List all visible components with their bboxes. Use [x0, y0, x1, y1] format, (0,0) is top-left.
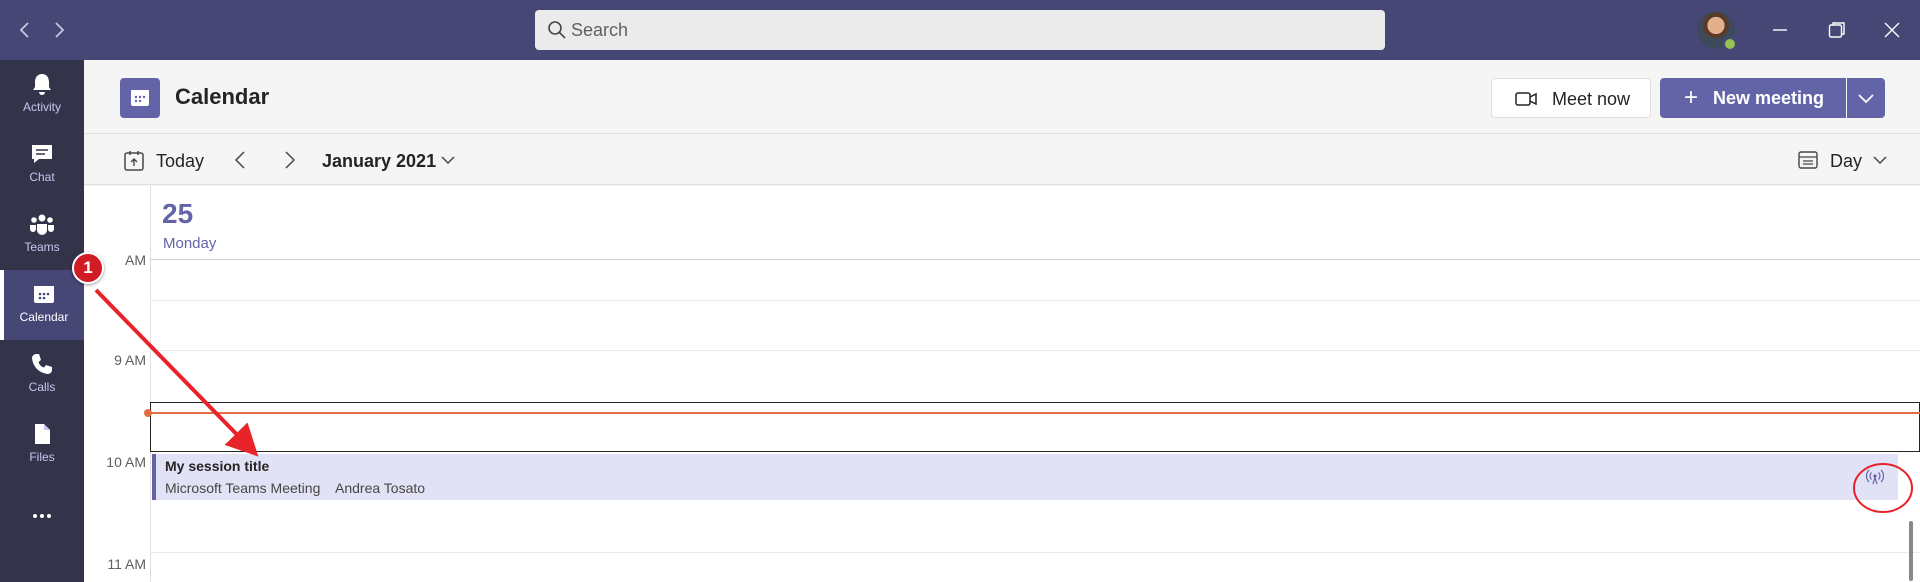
rail-label: Calls — [28, 380, 56, 394]
back-button[interactable] — [10, 14, 40, 44]
chevron-down-icon[interactable] — [1872, 153, 1888, 167]
time-label: 11 AM — [107, 556, 146, 572]
meet-now-button[interactable]: Meet now — [1491, 78, 1651, 118]
page-title: Calendar — [175, 84, 270, 109]
calendar-header: Calendar Meet now + New meeting — [84, 60, 1920, 134]
presence-available-icon — [1723, 37, 1737, 51]
avatar[interactable] — [1697, 11, 1737, 51]
chevron-right-icon — [285, 151, 296, 169]
search-input[interactable] — [571, 10, 1371, 50]
calendar-today-icon — [124, 151, 144, 171]
teams-icon — [30, 214, 54, 235]
view-switcher[interactable]: Day — [1830, 151, 1862, 172]
month-picker[interactable]: January 2021 — [322, 151, 436, 172]
calendar-app-icon — [120, 78, 160, 118]
half-hour-line — [150, 300, 1920, 301]
time-gutter-divider — [150, 186, 151, 582]
close-window-button[interactable] — [1877, 15, 1907, 45]
restore-button[interactable] — [1822, 15, 1852, 45]
app-rail: Activity Chat Teams Calendar Calls Files — [0, 60, 84, 582]
close-icon — [1884, 22, 1900, 38]
new-meeting-dropdown-button[interactable] — [1847, 78, 1885, 118]
minimize-button[interactable] — [1765, 15, 1795, 45]
current-time-indicator — [146, 412, 1920, 414]
calendar-icon — [34, 286, 54, 303]
chevron-left-icon — [234, 151, 245, 169]
chevron-down-icon — [1858, 94, 1874, 104]
more-apps-button[interactable] — [0, 480, 84, 550]
current-time-dot — [144, 409, 152, 417]
bell-icon — [33, 74, 51, 95]
event-organizer: Andrea Tosato — [335, 480, 426, 496]
rail-label: Chat — [29, 170, 55, 184]
selected-time-slot[interactable] — [150, 402, 1920, 452]
day-header-divider — [150, 259, 1920, 260]
calendar-toolbar: Today January 2021 Day — [84, 135, 1920, 185]
rail-label: Calendar — [19, 310, 69, 324]
calendar-view-icon — [1798, 151, 1818, 169]
rail-label: Teams — [24, 240, 60, 254]
new-meeting-label: New meeting — [1713, 88, 1825, 108]
rail-item-calls[interactable]: Calls — [0, 340, 84, 410]
files-icon — [35, 424, 50, 444]
minimize-icon — [1773, 29, 1787, 31]
half-hour-line — [150, 552, 1920, 553]
next-day-button[interactable] — [278, 145, 302, 175]
event-meeting-type: Microsoft Teams Meeting — [165, 480, 321, 496]
title-bar — [0, 0, 1920, 60]
event-title: My session title — [165, 458, 270, 474]
calendar-event[interactable]: My session title Microsoft Teams Meeting… — [152, 454, 1898, 500]
rail-item-files[interactable]: Files — [0, 410, 84, 480]
search-box[interactable] — [535, 10, 1385, 50]
search-icon — [548, 21, 566, 39]
day-name: Monday — [163, 235, 217, 252]
rail-label: Activity — [22, 100, 61, 114]
chat-icon — [32, 145, 52, 163]
previous-day-button[interactable] — [228, 145, 252, 175]
day-number[interactable]: 25 — [162, 198, 193, 230]
restore-icon — [1828, 22, 1845, 38]
forward-button[interactable] — [44, 14, 74, 44]
annotation-step-badge: 1 — [72, 252, 104, 284]
calendar-icon — [131, 90, 149, 106]
time-label: 9 AM — [114, 352, 146, 368]
rail-item-calendar[interactable]: Calendar — [0, 270, 84, 340]
day-view-grid: 25 Monday AM 9 AM 10 AM My session title… — [84, 186, 1920, 582]
rail-item-chat[interactable]: Chat — [0, 130, 84, 200]
time-label: 10 AM — [106, 454, 146, 470]
video-camera-icon — [1515, 92, 1537, 106]
rail-item-activity[interactable]: Activity — [0, 60, 84, 130]
plus-icon: + — [1684, 84, 1699, 111]
rail-item-teams[interactable]: Teams — [0, 200, 84, 270]
vertical-scrollbar[interactable] — [1909, 521, 1913, 581]
chevron-left-icon — [19, 22, 29, 38]
new-meeting-button[interactable]: + New meeting — [1660, 78, 1846, 118]
today-button[interactable]: Today — [156, 151, 204, 172]
more-icon — [33, 514, 51, 518]
rail-label: Files — [29, 450, 55, 464]
broadcast-icon — [1865, 469, 1885, 485]
meet-now-label: Meet now — [1552, 89, 1631, 109]
phone-icon — [32, 354, 52, 374]
chevron-right-icon — [55, 22, 65, 38]
chevron-down-icon[interactable] — [440, 153, 456, 167]
hour-line — [150, 350, 1920, 351]
